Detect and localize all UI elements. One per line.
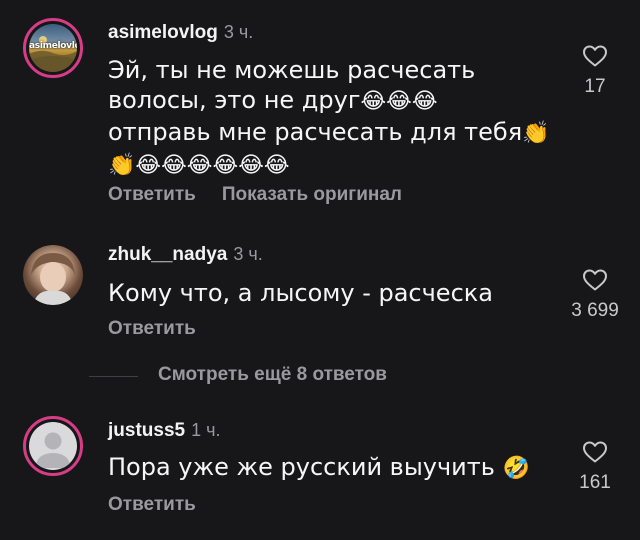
avatar-image <box>23 245 83 305</box>
comment-time: 1 ч. <box>191 420 221 440</box>
avatar[interactable]: asimelovlog <box>23 18 83 78</box>
comment-text-line: Кому что, а лысому - расческа <box>108 279 493 307</box>
avatar-logo-text: asimelovlog <box>29 41 77 51</box>
avatar[interactable] <box>23 245 83 305</box>
show-original-button[interactable]: Показать оригинал <box>222 184 402 205</box>
comment-text: Кому что, а лысому - расческа <box>108 278 493 308</box>
avatar-image <box>29 422 77 470</box>
clapping-emoji: 👏 <box>522 121 550 146</box>
like-button[interactable]: 3 699 <box>555 268 635 322</box>
comment-text-line: Пора уже же русский выучить <box>108 453 495 481</box>
heart-outline-icon <box>583 269 607 291</box>
comment-actions: Ответить Показать оригинал <box>108 184 402 206</box>
username[interactable]: asimelovlog <box>108 22 218 43</box>
user-silhouette-icon <box>35 432 71 468</box>
heart-outline-icon <box>583 441 607 463</box>
heart-outline-icon <box>583 45 607 67</box>
divider <box>89 376 138 377</box>
username[interactable]: zhuk__nadya <box>108 244 227 265</box>
comment-text-line: отправь мне расчесать для тебя <box>108 118 523 146</box>
like-count: 17 <box>584 76 606 97</box>
comment-actions: Ответить <box>108 318 196 340</box>
reply-button[interactable]: Ответить <box>108 318 196 339</box>
comment-header: asimelovlog 3 ч. <box>108 22 253 44</box>
like-button[interactable]: 161 <box>555 440 635 494</box>
laughing-emoji: 😂😂😂 <box>360 89 438 114</box>
view-more-replies[interactable]: Смотреть ещё 8 ответов <box>0 362 640 392</box>
reply-button[interactable]: Ответить <box>108 184 196 205</box>
reply-button[interactable]: Ответить <box>108 494 196 515</box>
comment-text: Пора уже же русский выучить 🤣 <box>108 452 530 484</box>
avatar-image: asimelovlog <box>29 24 77 72</box>
view-more-replies-label[interactable]: Смотреть ещё 8 ответов <box>158 364 387 386</box>
clap-laughing-emoji: 👏😂😂😂😂😂😂 <box>108 153 290 178</box>
like-button[interactable]: 17 <box>555 44 635 98</box>
comment-time: 3 ч. <box>233 244 263 264</box>
comment-text-line: волосы, это не друг <box>108 86 361 114</box>
comment-header: zhuk__nadya 3 ч. <box>108 244 263 266</box>
comment-header: justuss5 1 ч. <box>108 420 220 442</box>
avatar[interactable] <box>23 416 83 476</box>
comment-actions: Ответить <box>108 494 196 516</box>
like-count: 161 <box>579 472 611 493</box>
comment-time: 3 ч. <box>223 22 254 42</box>
rofl-emoji: 🤣 <box>502 456 530 481</box>
avatar-photo-icon <box>31 253 75 305</box>
comment-text-line: Эй, ты не можешь расчесать <box>108 56 476 84</box>
like-count: 3 699 <box>571 300 619 321</box>
comment-text: Эй, ты не можешь расчесать волосы, это н… <box>108 55 550 181</box>
username[interactable]: justuss5 <box>108 420 185 441</box>
